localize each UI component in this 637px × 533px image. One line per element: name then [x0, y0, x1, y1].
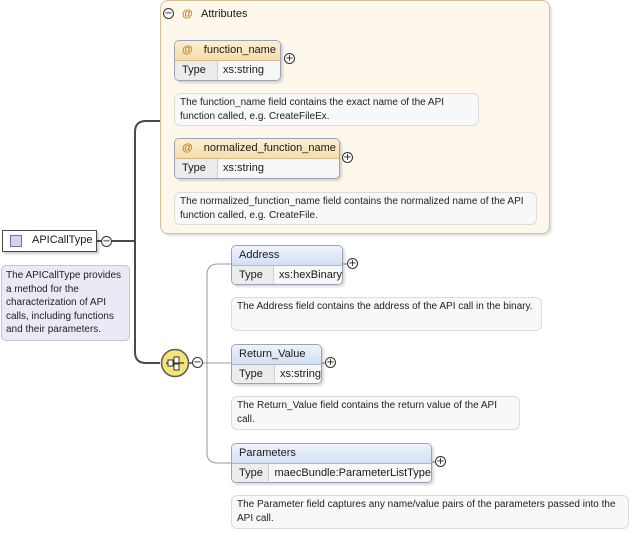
- element-name: Return_Value: [232, 345, 321, 365]
- type-label: Type: [232, 464, 270, 482]
- type-value: xs:string: [218, 159, 339, 178]
- type-label: Type: [232, 266, 275, 284]
- parameters-expand-button[interactable]: +: [435, 456, 446, 467]
- type-label: Type: [232, 365, 275, 383]
- element-node-address[interactable]: Address Type xs:hexBinary: [231, 245, 343, 285]
- type-label: Type: [175, 159, 218, 178]
- type-label: Type: [175, 61, 218, 80]
- normalized-function-name-expand-button[interactable]: +: [342, 152, 353, 163]
- element-name: Address: [232, 246, 342, 266]
- attribute-name: function_name: [203, 44, 276, 56]
- attribute-node-function-name[interactable]: @ function_name Type xs:string: [174, 40, 281, 81]
- sequence-collapse-button[interactable]: −: [192, 357, 203, 368]
- attributes-at-icon: @: [182, 8, 193, 20]
- sequence-compositor-icon[interactable]: [160, 348, 190, 378]
- type-value: xs:hexBinary: [274, 266, 342, 284]
- complex-type-icon: [10, 235, 22, 247]
- attribute-at-icon: @: [182, 142, 193, 154]
- function-name-description: The function_name field contains the exa…: [174, 93, 479, 126]
- element-name: Parameters: [232, 444, 431, 464]
- attribute-at-icon: @: [182, 44, 193, 56]
- root-description: The APICallType provides a method for th…: [1, 265, 130, 341]
- root-collapse-button[interactable]: −: [101, 236, 112, 247]
- address-expand-button[interactable]: +: [347, 258, 358, 269]
- element-node-return-value[interactable]: Return_Value Type xs:string: [231, 344, 322, 384]
- attributes-collapse-button[interactable]: −: [163, 8, 174, 19]
- address-description: The Address field contains the address o…: [231, 297, 542, 331]
- type-value: xs:string: [218, 61, 280, 80]
- attributes-title: Attributes: [201, 8, 248, 20]
- root-element-name: APICallType: [32, 234, 93, 246]
- normalized-function-name-description: The normalized_function_name field conta…: [174, 192, 537, 225]
- element-node-parameters[interactable]: Parameters Type maecBundle:ParameterList…: [231, 443, 432, 483]
- type-value: xs:string: [275, 365, 321, 383]
- attribute-name: normalized_function_name: [203, 142, 336, 154]
- type-value: maecBundle:ParameterListType: [269, 464, 431, 482]
- function-name-expand-button[interactable]: +: [284, 53, 295, 64]
- return-value-description: The Return_Value field contains the retu…: [231, 396, 520, 430]
- attribute-node-normalized-function-name[interactable]: @ normalized_function_name Type xs:strin…: [174, 138, 340, 179]
- parameters-description: The Parameter field captures any name/va…: [231, 495, 629, 529]
- return-value-expand-button[interactable]: +: [325, 357, 336, 368]
- root-element-box[interactable]: APICallType: [2, 230, 97, 252]
